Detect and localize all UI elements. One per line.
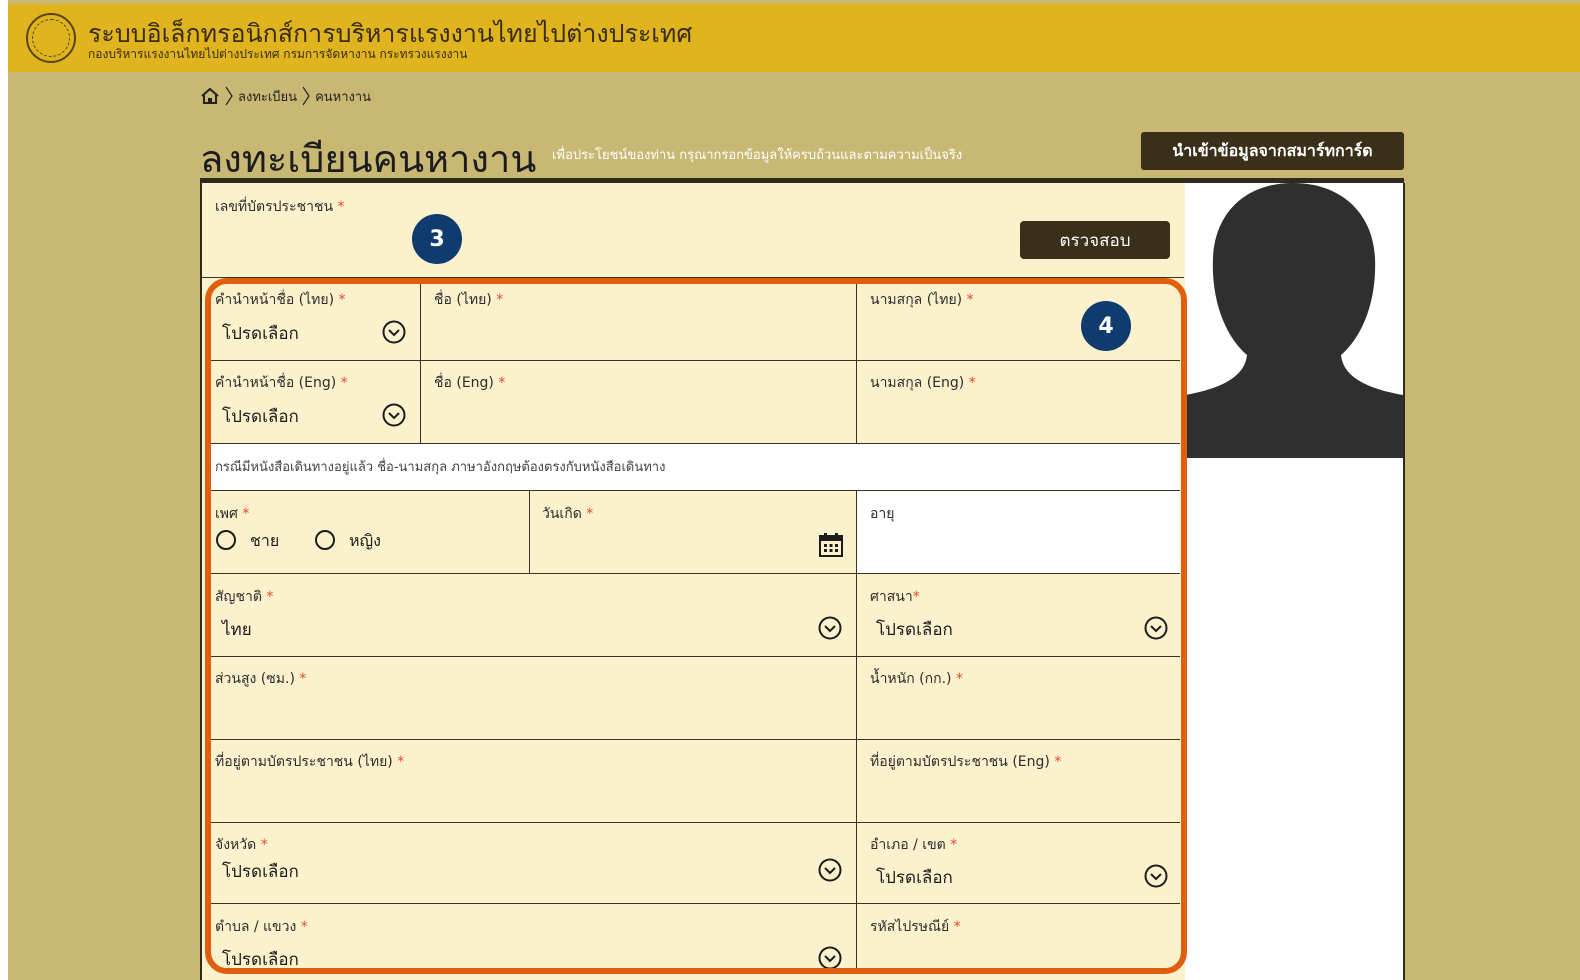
chevron-down-icon	[1144, 616, 1168, 640]
divider	[856, 657, 857, 739]
passport-note: กรณีมีหนังสือเดินทางอยู่แล้ว ชื่อ-นามสกุ…	[210, 444, 1180, 490]
weight-label: น้ำหนัก (กก.) *	[870, 671, 963, 687]
site-subtitle: กองบริหารแรงงานไทยไปต่างประเทศ กรมการจัด…	[88, 47, 468, 61]
left-edge	[0, 0, 8, 980]
nationality-label: สัญชาติ *	[215, 589, 274, 605]
address-th-label: ที่อยู่ตามบัตรประชาชน (ไทย) *	[215, 754, 405, 770]
postcode-input[interactable]	[866, 938, 1166, 972]
divider	[210, 573, 1180, 574]
height-label: ส่วนสูง (ซม.) *	[215, 671, 307, 687]
province-select[interactable]: โปรดเลือก	[212, 850, 852, 890]
subdistrict-label: ตำบล / แขวง *	[215, 919, 308, 935]
last-name-th-input[interactable]	[860, 312, 1075, 356]
chevron-down-icon	[1144, 864, 1168, 888]
age-label: อายุ	[870, 506, 895, 522]
breadcrumb: ลงทะเบียน คนหางาน	[200, 86, 371, 106]
import-smartcard-button[interactable]: นำเข้าข้อมูลจากสมาร์ทการ์ด	[1141, 132, 1404, 170]
divider	[210, 739, 1180, 740]
passport-note-text: กรณีมีหนังสือเดินทางอยู่แล้ว ชื่อ-นามสกุ…	[215, 460, 666, 475]
weight-input[interactable]	[866, 692, 1176, 732]
gender-label: เพศ *	[215, 506, 250, 522]
chevron-down-icon	[818, 946, 842, 970]
chevron-right-icon	[225, 86, 233, 106]
id-card-input[interactable]	[215, 218, 1005, 262]
nationality-select[interactable]: ไทย	[212, 608, 852, 648]
divider	[210, 903, 1180, 904]
divider	[202, 277, 1184, 278]
address-en-input[interactable]	[866, 774, 1176, 814]
person-silhouette-icon	[1185, 183, 1403, 458]
first-name-th-input[interactable]	[424, 312, 852, 356]
step-badge-4: 4	[1081, 301, 1131, 351]
last-name-th-label: นามสกุล (ไทย) *	[870, 292, 974, 308]
district-select[interactable]: โปรดเลือก	[866, 856, 1176, 896]
birthdate-input[interactable]	[540, 526, 850, 566]
title-th-select[interactable]: โปรดเลือก	[212, 312, 418, 352]
home-icon[interactable]	[200, 87, 220, 105]
divider	[529, 491, 530, 573]
height-input[interactable]	[212, 692, 852, 732]
chevron-right-icon	[302, 86, 310, 106]
divider	[210, 360, 1180, 361]
divider	[856, 491, 857, 573]
divider	[856, 904, 857, 974]
breadcrumb-item-register[interactable]: ลงทะเบียน	[238, 86, 297, 107]
id-card-label: เลขที่บัตรประชาชน *	[215, 199, 345, 215]
site-header: ระบบอิเล็กทรอนิกส์การบริหารแรงงานไทยไปต่…	[8, 4, 1580, 72]
last-name-en-label: นามสกุล (Eng) *	[870, 375, 976, 391]
step-badge-3: 3	[412, 214, 462, 264]
gender-male-label: ชาย	[250, 531, 280, 550]
divider	[856, 574, 857, 656]
chevron-down-icon	[382, 320, 406, 344]
chevron-down-icon	[818, 616, 842, 640]
chevron-down-icon	[382, 403, 406, 427]
first-name-en-label: ชื่อ (Eng) *	[434, 375, 506, 391]
divider	[210, 656, 1180, 657]
birthdate-label: วันเกิด *	[542, 506, 594, 522]
district-label: อำเภอ / เขต *	[870, 837, 958, 853]
age-value	[860, 526, 1175, 566]
title-th-label: คำนำหน้าชื่อ (ไทย) *	[215, 292, 346, 308]
divider	[856, 740, 857, 822]
gender-male-radio[interactable]	[216, 530, 236, 550]
last-name-en-input[interactable]	[860, 395, 1175, 439]
first-name-en-input[interactable]	[424, 395, 852, 439]
gender-female-label: หญิง	[349, 531, 381, 550]
address-en-label: ที่อยู่ตามบัตรประชาชน (Eng) *	[870, 754, 1062, 770]
chevron-down-icon	[818, 858, 842, 882]
religion-label: ศาสนา*	[870, 589, 920, 605]
profile-photo	[1185, 183, 1405, 980]
calendar-icon[interactable]	[818, 532, 844, 558]
religion-select[interactable]: โปรดเลือก	[866, 608, 1176, 648]
first-name-th-label: ชื่อ (ไทย) *	[434, 292, 504, 308]
ministry-logo-icon	[26, 13, 76, 63]
divider	[210, 822, 1180, 823]
breadcrumb-item-jobseeker: คนหางาน	[315, 89, 372, 105]
title-en-select[interactable]: โปรดเลือก	[212, 395, 418, 435]
postcode-label: รหัสไปรษณีย์ *	[870, 919, 961, 935]
gender-female-radio[interactable]	[315, 530, 335, 550]
address-th-input[interactable]	[212, 774, 852, 814]
title-en-label: คำนำหน้าชื่อ (Eng) *	[215, 375, 348, 391]
subdistrict-select[interactable]: โปรดเลือก	[212, 938, 852, 974]
divider	[856, 823, 857, 903]
check-button[interactable]: ตรวจสอบ	[1020, 221, 1170, 259]
page-subtitle: เพื่อประโยชน์ของท่าน กรุณากรอกข้อมูลให้ค…	[552, 148, 963, 163]
